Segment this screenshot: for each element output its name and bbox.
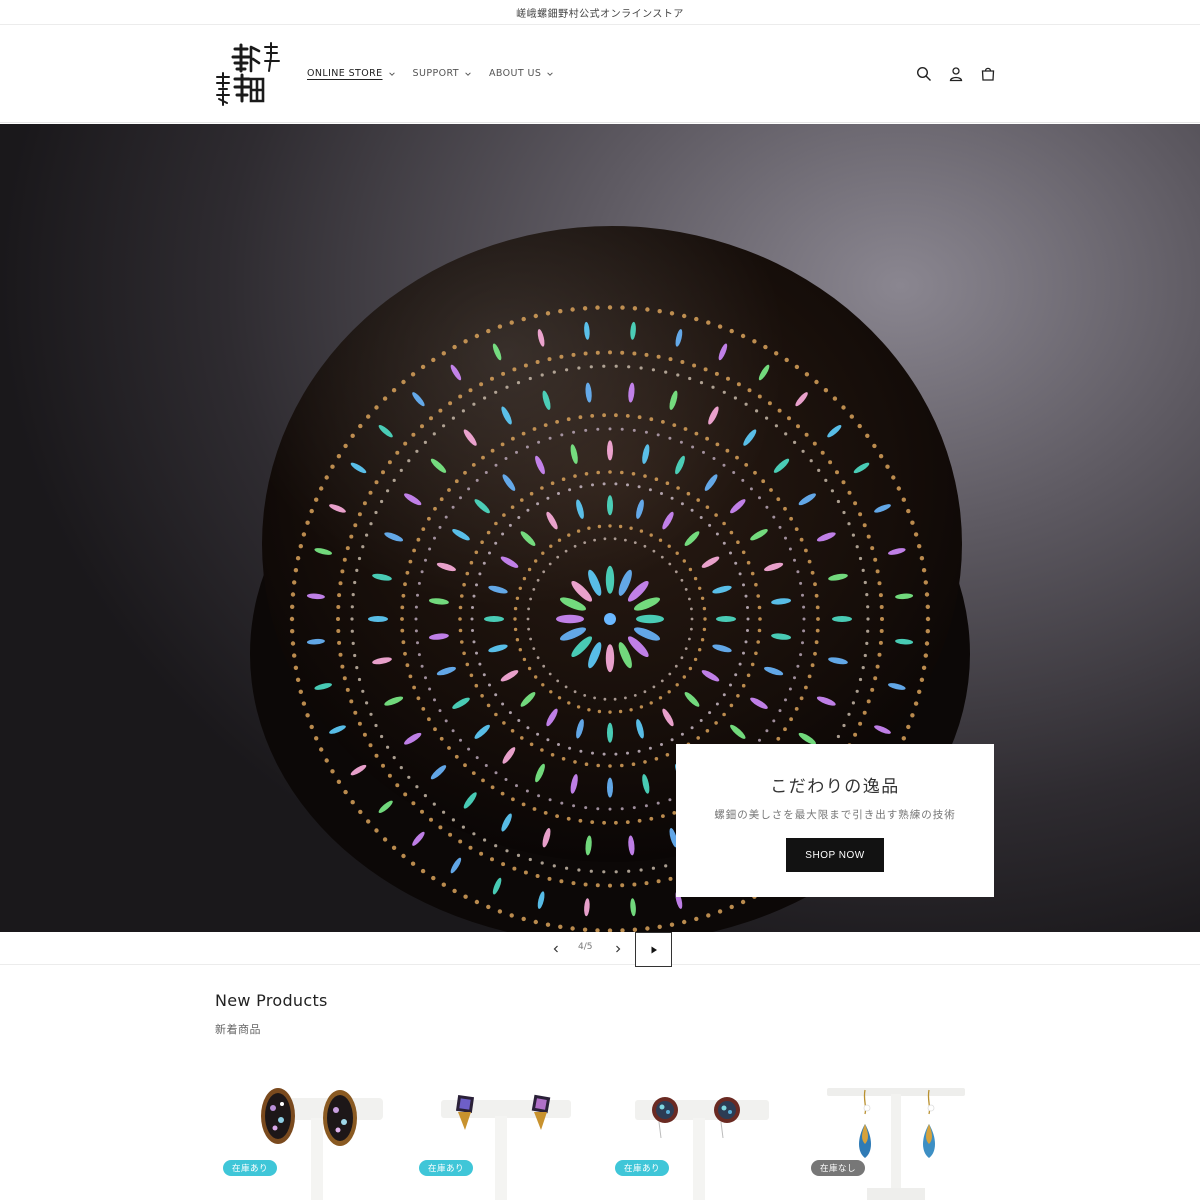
product-grid: 在庫あり 在庫あり 在庫あり 在庫なし — [215, 1078, 985, 1200]
product-image — [441, 1094, 571, 1200]
hero-text-card: こだわりの逸品 螺鈿の美しさを最大限まで引き出す熟練の技術 SHOP NOW — [676, 744, 994, 897]
hero-slideshow: こだわりの逸品 螺鈿の美しさを最大限まで引き出す熟練の技術 SHOP NOW — [0, 124, 1200, 932]
logo-mark — [216, 42, 280, 106]
chevron-down-icon — [547, 71, 554, 76]
chevron-down-icon — [388, 71, 395, 76]
new-products-subheading: 新着商品 — [215, 1023, 261, 1036]
cart-icon — [981, 67, 995, 81]
announcement-text: 嵯峨螺鈿野村公式オンラインストア — [516, 8, 684, 20]
product-image — [635, 1097, 769, 1200]
play-slideshow-button[interactable] — [635, 932, 672, 967]
next-slide-button[interactable] — [610, 941, 626, 957]
stock-badge: 在庫あり — [419, 1160, 474, 1176]
stock-badge: 在庫あり — [615, 1160, 670, 1176]
site-header: ONLINE STORE SUPPORT ABOUT US — [0, 25, 1200, 123]
hero-image — [250, 226, 970, 932]
stock-badge: 在庫なし — [811, 1160, 866, 1176]
product-image — [827, 1088, 965, 1200]
new-products-heading: New Products — [215, 991, 328, 1010]
nav-label: SUPPORT — [412, 68, 459, 79]
search-button[interactable] — [915, 65, 933, 83]
slider-controls: 4/5 — [0, 932, 1200, 967]
chevron-down-icon — [465, 71, 471, 76]
nav-label: ABOUT US — [488, 68, 542, 79]
main-nav: ONLINE STORE SUPPORT ABOUT US — [307, 68, 571, 79]
chevron-left-icon — [553, 945, 558, 953]
nav-label: ONLINE STORE — [307, 68, 383, 79]
account-icon — [949, 67, 963, 82]
nav-support[interactable]: SUPPORT — [413, 68, 472, 79]
product-card[interactable]: 在庫あり — [215, 1078, 387, 1200]
hero-subtitle: 螺鈿の美しさを最大限まで引き出す熟練の技術 — [714, 809, 956, 821]
product-card[interactable]: 在庫あり — [607, 1078, 779, 1200]
announcement-bar: 嵯峨螺鈿野村公式オンラインストア — [0, 0, 1200, 25]
play-icon — [651, 946, 657, 953]
cart-button[interactable] — [979, 65, 997, 83]
header-icons — [915, 65, 997, 83]
search-icon — [916, 66, 931, 81]
shop-now-button[interactable]: SHOP NOW — [786, 838, 884, 872]
product-card[interactable]: 在庫なし — [803, 1078, 975, 1200]
nav-online-store[interactable]: ONLINE STORE — [307, 68, 396, 79]
nav-about-us[interactable]: ABOUT US — [489, 68, 554, 79]
stock-badge: 在庫あり — [223, 1160, 278, 1176]
product-image — [261, 1088, 383, 1200]
slide-counter: 4/5 — [578, 942, 593, 952]
hero-title: こだわりの逸品 — [770, 777, 900, 797]
previous-slide-button[interactable] — [548, 941, 564, 957]
chevron-right-icon — [616, 945, 621, 953]
product-card[interactable]: 在庫あり — [411, 1078, 583, 1200]
account-button[interactable] — [947, 65, 965, 83]
brand-logo[interactable] — [213, 41, 283, 107]
